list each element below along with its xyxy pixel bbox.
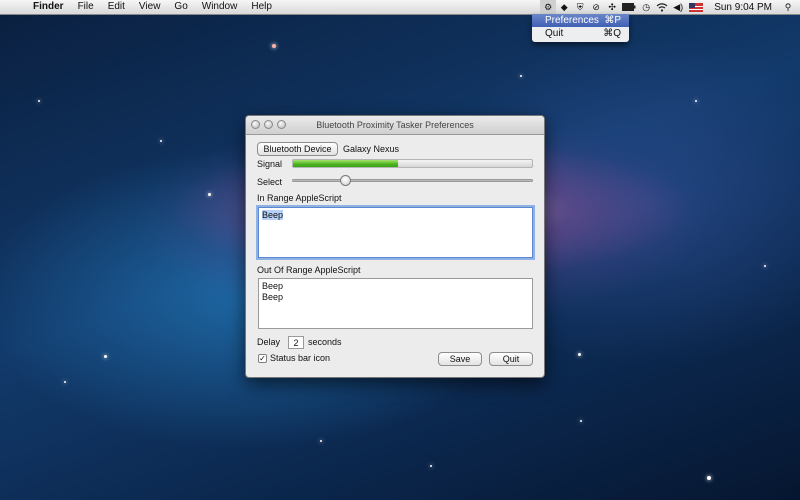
in-range-script-field[interactable]: Beep	[258, 207, 533, 258]
dropbox-icon[interactable]: ◆	[556, 0, 572, 14]
star	[272, 44, 276, 48]
script-line: Beep	[262, 281, 284, 291]
menu-clock[interactable]: Sun 9:04 PM	[706, 2, 780, 13]
delay-input[interactable]: 2	[288, 336, 304, 349]
volume-icon[interactable]: ◀)	[670, 0, 686, 14]
out-range-script-field[interactable]: Beep Beep	[258, 278, 533, 329]
menu-item-quit[interactable]: Quit ⌘Q	[532, 27, 629, 40]
wifi-icon[interactable]	[654, 0, 670, 14]
star	[38, 100, 40, 102]
window-title: Bluetooth Proximity Tasker Preferences	[316, 120, 474, 130]
star	[580, 420, 582, 422]
star	[104, 355, 107, 358]
select-slider[interactable]	[292, 179, 533, 182]
bluetooth-device-button[interactable]: Bluetooth Device	[257, 142, 338, 156]
gear-icon[interactable]: ⚙	[540, 0, 557, 14]
in-range-label: In Range AppleScript	[257, 193, 342, 203]
star	[520, 75, 522, 77]
close-button[interactable]	[251, 120, 260, 129]
input-flag-icon[interactable]	[686, 0, 706, 14]
device-name: Galaxy Nexus	[343, 144, 400, 154]
menu-window[interactable]: Window	[195, 0, 245, 14]
star	[64, 381, 66, 383]
quit-button[interactable]: Quit	[489, 352, 533, 366]
star	[430, 465, 432, 467]
delay-unit: seconds	[308, 337, 342, 347]
menu-edit[interactable]: Edit	[101, 0, 132, 14]
shield-icon[interactable]: ⛨	[572, 0, 588, 14]
menu-item-shortcut: ⌘Q	[603, 28, 621, 39]
menu-item-shortcut: ⌘P	[604, 15, 621, 26]
status-bar-checkbox[interactable]: ✓	[258, 354, 267, 363]
window-controls	[251, 120, 286, 129]
menu-bar: Finder File Edit View Go Window Help ⚙ ◆…	[0, 0, 800, 15]
star	[707, 476, 711, 480]
star	[208, 193, 211, 196]
spotlight-icon[interactable]: ⚲	[780, 0, 796, 14]
time-machine-icon[interactable]: ◷	[638, 0, 654, 14]
star	[695, 100, 697, 102]
status-area: ⚙ ◆ ⛨ ⊘ ✣ ◷ ◀) Sun 9:04 PM ⚲	[540, 0, 800, 14]
menu-item-label: Quit	[545, 28, 564, 39]
save-button[interactable]: Save	[438, 352, 482, 366]
menu-view[interactable]: View	[132, 0, 168, 14]
select-slider-knob[interactable]	[339, 175, 351, 186]
out-range-label: Out Of Range AppleScript	[257, 265, 361, 275]
menu-go[interactable]: Go	[167, 0, 194, 14]
status-menu-dropdown: Preferences ⌘P Quit ⌘Q	[532, 14, 629, 42]
battery-icon[interactable]	[620, 0, 638, 14]
signal-meter-fill	[293, 160, 399, 167]
signal-label: Signal	[257, 159, 283, 169]
delay-label: Delay	[257, 337, 281, 347]
menu-item-label: Preferences	[545, 15, 599, 26]
preferences-window: Bluetooth Proximity Tasker Preferences B…	[245, 115, 545, 378]
script-line: Beep	[262, 292, 284, 302]
minimize-button[interactable]	[264, 120, 273, 129]
status-bar-label: Status bar icon	[270, 353, 331, 363]
star	[764, 265, 766, 267]
zoom-button[interactable]	[277, 120, 286, 129]
bluetooth-icon[interactable]: ✣	[604, 0, 620, 14]
star	[320, 440, 322, 442]
menu-file[interactable]: File	[71, 0, 101, 14]
signal-meter	[292, 159, 533, 168]
star	[578, 353, 581, 356]
script-line: Beep	[262, 210, 284, 220]
menu-item-preferences[interactable]: Preferences ⌘P	[532, 14, 629, 27]
menu-help[interactable]: Help	[244, 0, 279, 14]
star	[160, 140, 162, 142]
window-titlebar[interactable]: Bluetooth Proximity Tasker Preferences	[246, 116, 544, 135]
no-symbol-icon[interactable]: ⊘	[588, 0, 604, 14]
menu-finder[interactable]: Finder	[26, 0, 71, 14]
select-label: Select	[257, 177, 283, 187]
